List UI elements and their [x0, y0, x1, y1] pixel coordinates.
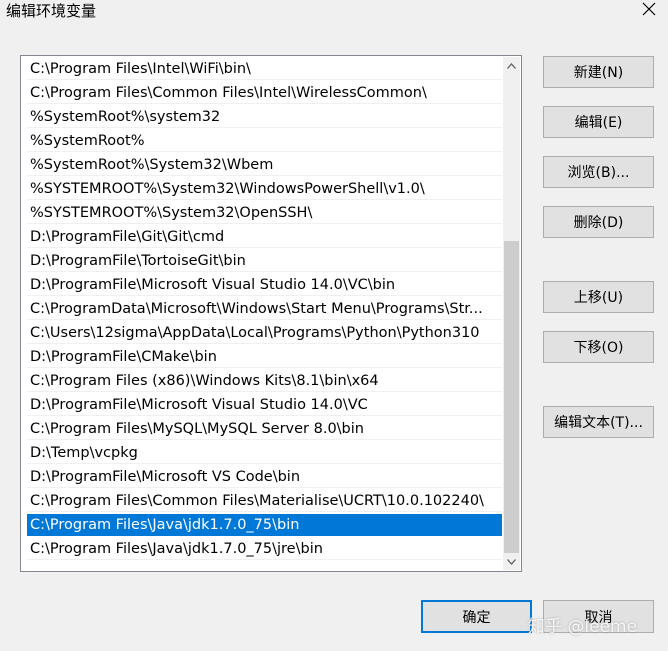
move-down-button[interactable]: 下移(O)	[543, 331, 654, 363]
arrow-up-icon	[507, 62, 516, 69]
edit-button[interactable]: 编辑(E)	[543, 106, 654, 138]
path-list-item[interactable]: C:\Program Files\Intel\WiFi\bin\	[27, 58, 502, 80]
close-icon	[642, 2, 656, 16]
path-list-item[interactable]: %SYSTEMROOT%\System32\OpenSSH\	[27, 202, 502, 224]
path-list-item[interactable]: C:\ProgramData\Microsoft\Windows\Start M…	[27, 298, 502, 320]
move-up-button[interactable]: 上移(U)	[543, 281, 654, 313]
path-list-item[interactable]: C:\Program Files\Java\jdk1.7.0_75\bin	[27, 514, 502, 536]
path-list: C:\Program Files\Intel\WiFi\bin\ C:\Progr…	[22, 57, 503, 570]
path-list-item[interactable]: C:\Program Files\Java\jdk1.7.0_75\jre\bi…	[27, 538, 502, 560]
path-list-item[interactable]: D:\ProgramFile\CMake\bin	[27, 346, 502, 368]
edit-text-button[interactable]: 编辑文本(T)...	[543, 406, 654, 438]
path-list-item[interactable]: D:\ProgramFile\Microsoft VS Code\bin	[27, 466, 502, 488]
path-list-item[interactable]: D:\ProgramFile\Microsoft Visual Studio 1…	[27, 274, 502, 296]
path-list-item[interactable]: C:\Program Files\MySQL\MySQL Server 8.0\…	[27, 418, 502, 440]
path-list-item[interactable]: D:\ProgramFile\TortoiseGit\bin	[27, 250, 502, 272]
close-button[interactable]	[634, 0, 664, 22]
path-list-item[interactable]: C:\Users\12sigma\AppData\Local\Programs\…	[27, 322, 502, 344]
path-list-item[interactable]: %SystemRoot%	[27, 130, 502, 152]
scrollbar-thumb[interactable]	[504, 241, 519, 553]
dialog-title: 编辑环境变量	[6, 2, 97, 20]
path-list-item[interactable]: C:\Program Files (x86)\Windows Kits\8.1\…	[27, 370, 502, 392]
path-list-item[interactable]: D:\ProgramFile\Git\Git\cmd	[27, 226, 502, 248]
path-list-item[interactable]: C:\Program Files\Common Files\Intel\Wire…	[27, 82, 502, 104]
browse-button[interactable]: 浏览(B)...	[543, 156, 654, 188]
path-list-item[interactable]: %SystemRoot%\System32\Wbem	[27, 154, 502, 176]
path-list-item[interactable]: %SYSTEMROOT%\System32\WindowsPowerShell\…	[27, 178, 502, 200]
path-list-item[interactable]: D:\ProgramFile\Microsoft Visual Studio 1…	[27, 394, 502, 416]
path-list-item[interactable]: C:\Program Files\Common Files\Materialis…	[27, 490, 502, 512]
cancel-button[interactable]: 取消	[543, 600, 654, 633]
path-list-item[interactable]: %SystemRoot%\system32	[27, 106, 502, 128]
path-listbox[interactable]: C:\Program Files\Intel\WiFi\bin\ C:\Progr…	[20, 55, 522, 572]
scroll-up-button[interactable]	[503, 57, 520, 74]
ok-button[interactable]: 确定	[421, 600, 532, 633]
path-list-item[interactable]: D:\Temp\vcpkg	[27, 442, 502, 464]
scroll-down-button[interactable]	[503, 553, 520, 570]
new-button[interactable]: 新建(N)	[543, 56, 654, 88]
vertical-scrollbar[interactable]	[503, 57, 520, 570]
arrow-down-icon	[507, 558, 516, 565]
delete-button[interactable]: 删除(D)	[543, 206, 654, 238]
